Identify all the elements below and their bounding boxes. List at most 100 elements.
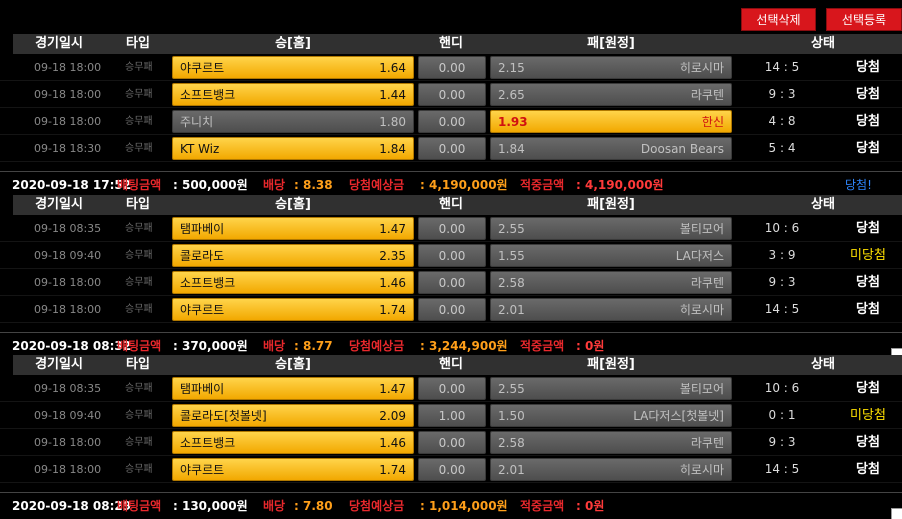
result-badge: 당첨 bbox=[856, 275, 880, 290]
home-team-name: 탬파베이 bbox=[180, 222, 225, 236]
away-pick-button[interactable]: LA다저스 1.55 bbox=[490, 244, 732, 267]
handicap-value: 0.00 bbox=[418, 110, 486, 133]
handicap-value: 0.00 bbox=[418, 298, 486, 321]
home-pick-button[interactable]: 야쿠르트 1.74 bbox=[172, 298, 414, 321]
match-datetime: 09-18 18:00 bbox=[34, 436, 102, 449]
match-score: 10 : 6 bbox=[764, 381, 800, 395]
home-pick-button[interactable]: 소프트뱅크 1.46 bbox=[172, 271, 414, 294]
table-row: 09-18 08:35 승무패 탬파베이 1.47 0.00 볼티모어 2.55 10 : 6… bbox=[0, 375, 902, 402]
header-status: 상태 bbox=[811, 36, 835, 51]
table-row: 09-18 18:00 승무패 소프트뱅크 1.46 0.00 라쿠텐 2.58 9 : 3 당… bbox=[0, 429, 902, 456]
home-pick-button[interactable]: 야쿠르트 1.74 bbox=[172, 458, 414, 481]
match-score: 10 : 6 bbox=[764, 221, 800, 235]
slip-summary: 2020-09-18 08:29 배팅금액: 130,000원 배당: 7.80 당첨… bbox=[0, 492, 902, 519]
away-odds: 2.55 bbox=[498, 222, 525, 236]
home-odds: 1.74 bbox=[379, 463, 406, 477]
table-row: 09-18 09:40 승무패 콜로라도[첫볼넷] 2.09 1.00 LA다저스[첫볼넷… bbox=[0, 402, 902, 429]
home-team-name: 야쿠르트 bbox=[180, 61, 225, 75]
away-pick-button[interactable]: 히로시마 2.01 bbox=[490, 458, 732, 481]
home-pick-button[interactable]: 소프트뱅크 1.46 bbox=[172, 431, 414, 454]
away-pick-button[interactable]: 라쿠텐 2.58 bbox=[490, 271, 732, 294]
result-badge: 당첨 bbox=[856, 87, 880, 102]
result-badge: 미당첨 bbox=[850, 408, 886, 423]
away-pick-button[interactable]: LA다저스[첫볼넷] 1.50 bbox=[490, 404, 732, 427]
home-team-name: 콜로라도 bbox=[180, 249, 225, 263]
away-pick-button[interactable]: 볼티모어 2.55 bbox=[490, 217, 732, 240]
away-odds: 1.93 bbox=[498, 115, 528, 129]
slip-header: 경기일시 타입 승[홈] 핸디 패[원정] 상태 bbox=[13, 34, 902, 54]
hit-amount: : 0원 bbox=[576, 499, 605, 513]
result-badge: 당첨 bbox=[856, 381, 880, 396]
home-pick-button[interactable]: 콜로라도[첫볼넷] 2.09 bbox=[172, 404, 414, 427]
result-badge: 당첨 bbox=[856, 221, 880, 236]
home-pick-button[interactable]: 주니치 1.80 bbox=[172, 110, 414, 133]
home-odds: 1.46 bbox=[379, 436, 406, 450]
bet-type: 승무패 bbox=[125, 143, 153, 154]
expected-win-label: 당첨예상금 bbox=[349, 499, 405, 513]
result-badge: 당첨 bbox=[856, 114, 880, 129]
home-pick-button[interactable]: 콜로라도 2.35 bbox=[172, 244, 414, 267]
away-odds: 2.58 bbox=[498, 436, 525, 450]
away-team-name: LA다저스[첫볼넷] bbox=[633, 409, 724, 423]
bet-type: 승무패 bbox=[125, 116, 153, 127]
away-pick-button[interactable]: 라쿠텐 2.58 bbox=[490, 431, 732, 454]
match-score: 4 : 8 bbox=[768, 114, 796, 128]
away-pick-button[interactable]: 한신 1.93 bbox=[490, 110, 732, 133]
away-pick-button[interactable]: 히로시마 2.15 bbox=[490, 56, 732, 79]
bet-type: 승무패 bbox=[125, 89, 153, 100]
table-row: 09-18 18:00 승무패 야쿠르트 1.74 0.00 히로시마 2.01 14 : 5… bbox=[0, 296, 902, 323]
match-datetime: 09-18 18:00 bbox=[34, 88, 102, 101]
home-odds: 1.74 bbox=[379, 303, 406, 317]
header-home: 승[홈] bbox=[275, 36, 311, 51]
away-odds: 1.84 bbox=[498, 142, 525, 156]
register-selected-button[interactable]: 선택등록 bbox=[826, 8, 902, 31]
away-team-name: 라쿠텐 bbox=[690, 436, 724, 450]
away-pick-button[interactable]: 라쿠텐 2.65 bbox=[490, 83, 732, 106]
header-datetime: 경기일시 bbox=[35, 36, 83, 51]
header-handicap: 핸디 bbox=[439, 36, 463, 51]
home-pick-button[interactable]: 탬파베이 1.47 bbox=[172, 217, 414, 240]
match-datetime: 09-18 08:35 bbox=[34, 222, 102, 235]
away-pick-button[interactable]: Doosan Bears 1.84 bbox=[490, 137, 732, 160]
table-row: 09-18 18:00 승무패 주니치 1.80 0.00 한신 1.93 4 : 8 당첨 bbox=[0, 108, 902, 135]
result-badge: 당첨 bbox=[856, 60, 880, 75]
home-team-name: 소프트뱅크 bbox=[180, 436, 236, 450]
home-odds: 1.46 bbox=[379, 276, 406, 290]
bet-timestamp: 2020-09-18 08:29 bbox=[12, 499, 132, 513]
away-pick-button[interactable]: 히로시마 2.01 bbox=[490, 298, 732, 321]
slip-select-checkbox[interactable] bbox=[891, 508, 902, 519]
away-team-name: 히로시마 bbox=[679, 463, 724, 477]
delete-selected-button[interactable]: 선택삭제 bbox=[741, 8, 816, 31]
away-odds: 1.55 bbox=[498, 249, 525, 263]
table-row: 09-18 09:40 승무패 콜로라도 2.35 0.00 LA다저스 1.55 3 : 9… bbox=[0, 242, 902, 269]
handicap-value: 0.00 bbox=[418, 271, 486, 294]
header-handicap: 핸디 bbox=[439, 357, 463, 372]
home-pick-button[interactable]: 야쿠르트 1.64 bbox=[172, 56, 414, 79]
total-odds: : 7.80 bbox=[294, 499, 333, 513]
result-badge: 당첨 bbox=[856, 462, 880, 477]
away-team-name: 히로시마 bbox=[679, 303, 724, 317]
home-pick-button[interactable]: 탬파베이 1.47 bbox=[172, 377, 414, 400]
handicap-value: 0.00 bbox=[418, 137, 486, 160]
home-pick-button[interactable]: 소프트뱅크 1.44 bbox=[172, 83, 414, 106]
bet-type: 승무패 bbox=[125, 277, 153, 288]
bet-type: 승무패 bbox=[125, 250, 153, 261]
bet-amount: : 130,000원 bbox=[173, 499, 248, 513]
away-team-name: 라쿠텐 bbox=[690, 276, 724, 290]
away-odds: 2.01 bbox=[498, 463, 525, 477]
header-away: 패[원정] bbox=[587, 357, 635, 372]
header-type: 타입 bbox=[126, 36, 150, 51]
header-away: 패[원정] bbox=[587, 36, 635, 51]
handicap-value: 0.00 bbox=[418, 431, 486, 454]
away-pick-button[interactable]: 볼티모어 2.55 bbox=[490, 377, 732, 400]
home-odds: 1.84 bbox=[379, 142, 406, 156]
match-score: 5 : 4 bbox=[768, 141, 796, 155]
result-badge: 미당첨 bbox=[850, 248, 886, 263]
header-datetime: 경기일시 bbox=[35, 357, 83, 372]
header-away: 패[원정] bbox=[587, 197, 635, 212]
home-team-name: KT Wiz bbox=[180, 142, 220, 156]
home-pick-button[interactable]: KT Wiz 1.84 bbox=[172, 137, 414, 160]
bet-type: 승무패 bbox=[125, 62, 153, 73]
home-team-name: 주니치 bbox=[180, 115, 214, 129]
handicap-value: 0.00 bbox=[418, 217, 486, 240]
